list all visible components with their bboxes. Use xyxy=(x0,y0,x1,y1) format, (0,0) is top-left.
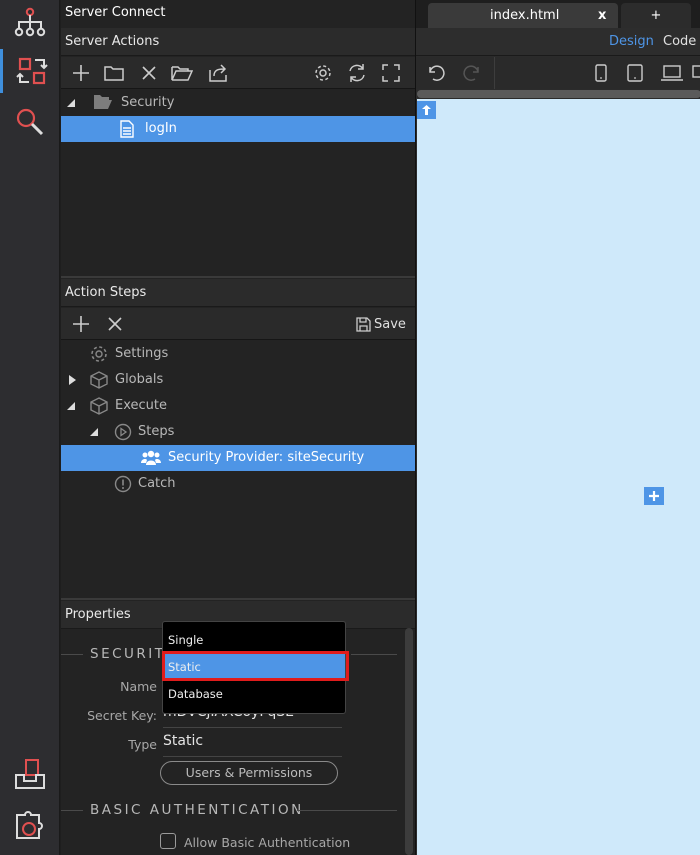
fullscreen-icon[interactable] xyxy=(378,61,404,85)
tab-index-html[interactable]: index.html x xyxy=(428,3,618,28)
expanded-triangle-icon[interactable] xyxy=(67,401,77,411)
add-icon[interactable] xyxy=(68,61,94,85)
add-step-icon[interactable] xyxy=(68,312,94,336)
server-actions-toolbar xyxy=(61,57,415,89)
tree-folder-security[interactable]: Security xyxy=(61,90,415,116)
name-label: Name xyxy=(120,679,157,694)
step-label: Execute xyxy=(115,398,167,413)
tab-label: index.html xyxy=(490,8,560,23)
extensions-icon[interactable] xyxy=(0,802,60,846)
folder-open-icon xyxy=(93,94,113,110)
collapsed-triangle-icon[interactable] xyxy=(68,375,78,385)
step-label: Steps xyxy=(138,424,175,439)
section-rule xyxy=(61,654,83,655)
mobile-view-icon[interactable] xyxy=(588,61,614,85)
users-permissions-button[interactable]: Users & Permissions xyxy=(160,761,338,785)
allow-basic-auth-checkbox[interactable] xyxy=(160,833,176,849)
refresh-icon[interactable] xyxy=(344,61,370,85)
step-security-provider[interactable]: Security Provider: siteSecurity xyxy=(61,445,415,471)
step-label: Security Provider: siteSecurity xyxy=(168,450,365,465)
app-title: Server Connect xyxy=(65,5,166,20)
step-catch[interactable]: Catch xyxy=(61,471,415,497)
gear-icon xyxy=(90,345,108,363)
remove-step-icon[interactable] xyxy=(102,312,128,336)
section-basic-auth-title: BASIC AUTHENTICATION xyxy=(90,802,304,818)
expanded-triangle-icon[interactable] xyxy=(90,427,100,437)
section-rule xyxy=(297,810,397,811)
sitemap-icon[interactable] xyxy=(0,0,60,44)
add-component-icon[interactable] xyxy=(644,487,664,505)
settings-icon[interactable] xyxy=(310,61,336,85)
editor-toolbar xyxy=(416,57,700,89)
new-tab-button[interactable]: + xyxy=(621,3,691,28)
dropdown-option-database[interactable]: Database xyxy=(163,681,345,707)
cube-icon xyxy=(90,397,108,415)
new-folder-icon[interactable] xyxy=(101,61,127,85)
panel-splitter[interactable] xyxy=(61,276,415,278)
toolbar-separator xyxy=(494,57,495,89)
type-select[interactable]: Static xyxy=(163,733,342,757)
design-canvas[interactable] xyxy=(417,99,700,855)
step-label: Globals xyxy=(115,372,164,387)
redo-icon[interactable] xyxy=(458,61,484,85)
horizontal-ruler-scrollbar[interactable] xyxy=(417,90,700,98)
save-label: Save xyxy=(374,316,406,332)
laptop-view-icon[interactable] xyxy=(659,61,685,85)
action-steps-header: Action Steps xyxy=(61,279,415,307)
select-parent-icon[interactable] xyxy=(417,101,436,119)
editor-area: index.html x + Design Code xyxy=(415,0,700,855)
panel-splitter[interactable] xyxy=(61,598,415,600)
selection-highlight-box xyxy=(162,651,349,681)
properties-scrollbar[interactable] xyxy=(405,628,413,855)
allow-basic-auth-label: Allow Basic Authentication xyxy=(184,835,351,850)
secret-key-label: Secret Key: xyxy=(87,708,157,723)
code-mode-tab[interactable]: Code xyxy=(663,34,696,49)
left-panel: Server Connect Server Actions Security l… xyxy=(61,0,415,855)
tree-label: Security xyxy=(121,95,175,110)
step-execute[interactable]: Execute xyxy=(61,393,415,419)
alert-circle-icon xyxy=(114,475,132,493)
dropdown-option-single[interactable]: Single xyxy=(163,627,345,653)
server-actions-header: Server Actions xyxy=(61,28,415,56)
action-steps-toolbar: Save xyxy=(61,308,415,340)
play-circle-icon xyxy=(114,423,132,441)
save-button[interactable]: Save xyxy=(356,314,406,334)
step-label: Catch xyxy=(138,476,176,491)
file-icon xyxy=(120,120,134,138)
step-label: Settings xyxy=(115,346,169,361)
inbox-icon[interactable] xyxy=(0,752,60,796)
tree-file-login[interactable]: logIn xyxy=(61,116,415,142)
server-connect-icon[interactable] xyxy=(0,49,60,93)
search-icon[interactable] xyxy=(0,100,60,144)
section-rule xyxy=(61,810,83,811)
save-icon xyxy=(356,316,371,332)
step-settings[interactable]: Settings xyxy=(61,341,415,367)
tab-close-icon[interactable]: x xyxy=(598,3,606,28)
expanded-triangle-icon[interactable] xyxy=(67,98,77,108)
users-icon xyxy=(141,449,161,467)
cube-icon xyxy=(90,371,108,389)
export-icon[interactable] xyxy=(206,61,232,85)
step-globals[interactable]: Globals xyxy=(61,367,415,393)
desktop-view-icon[interactable] xyxy=(690,61,700,85)
type-label: Type xyxy=(128,737,157,752)
activity-rail xyxy=(0,0,60,855)
open-folder-icon[interactable] xyxy=(169,61,195,85)
tablet-view-icon[interactable] xyxy=(622,61,648,85)
section-rule xyxy=(351,654,397,655)
design-mode-tab[interactable]: Design xyxy=(609,34,654,49)
mode-bar: Design Code xyxy=(416,28,700,56)
delete-icon[interactable] xyxy=(136,61,162,85)
step-steps[interactable]: Steps xyxy=(61,419,415,445)
undo-icon[interactable] xyxy=(424,61,450,85)
tree-label: logIn xyxy=(145,121,177,136)
